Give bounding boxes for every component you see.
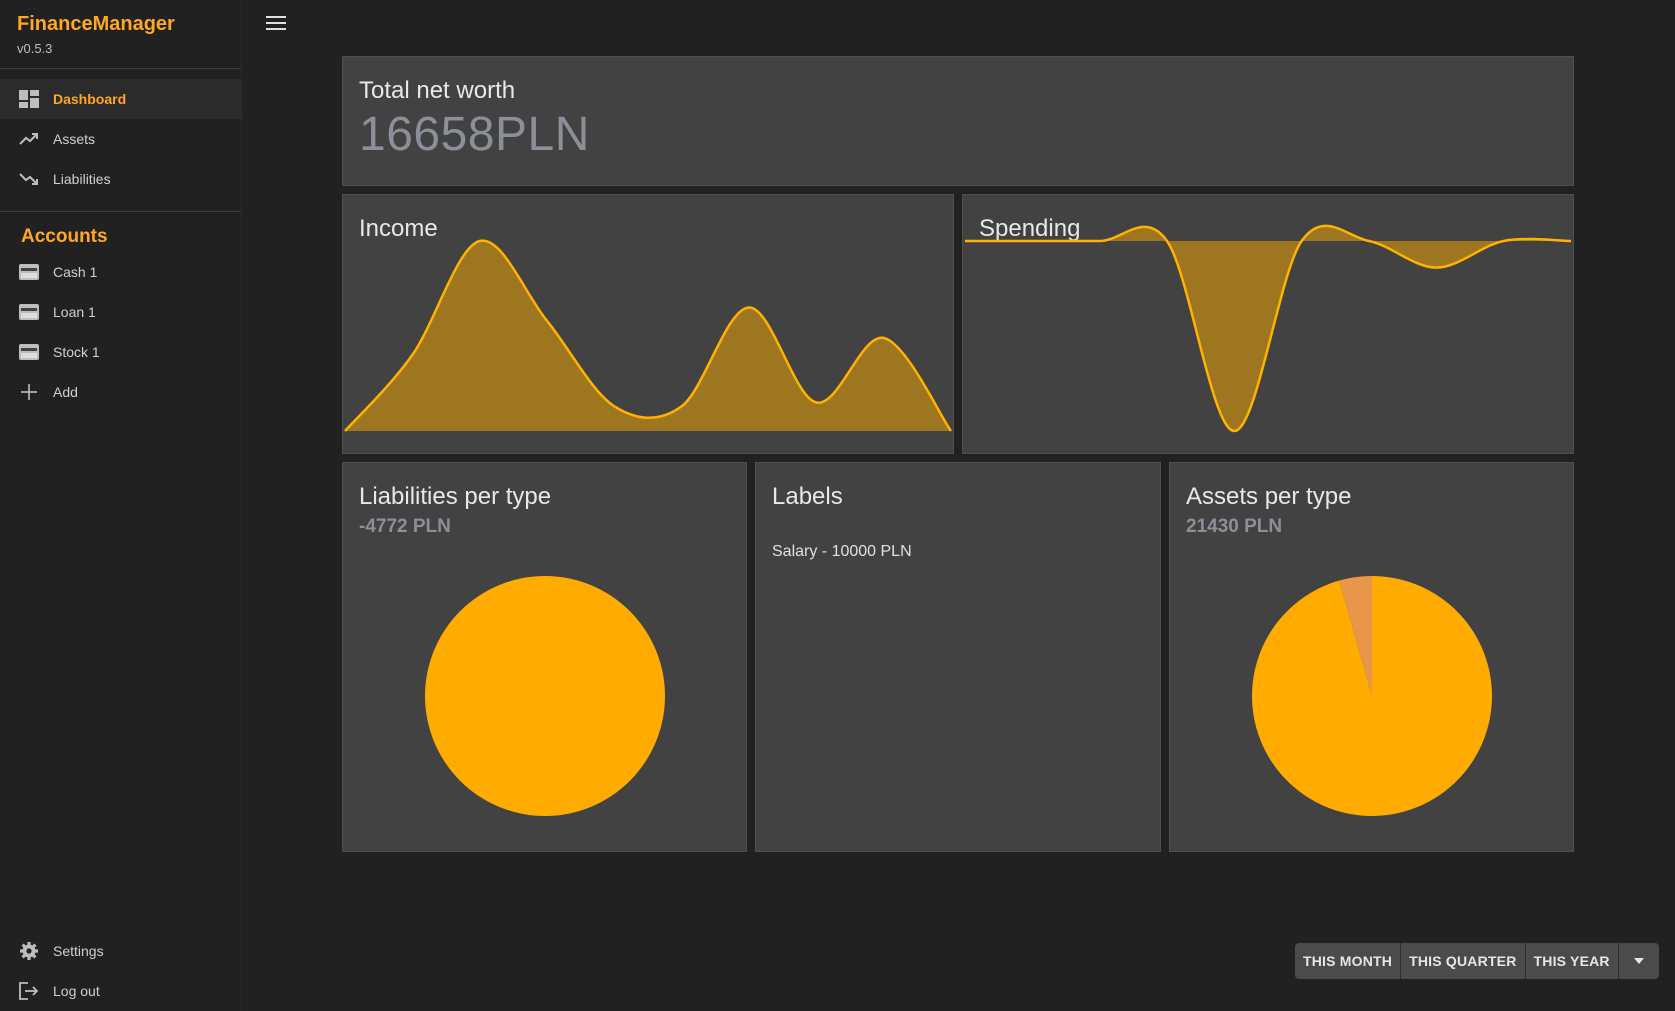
app-title: FinanceManager [17, 13, 175, 35]
add-account-label: Add [53, 384, 78, 400]
menu-icon[interactable] [266, 15, 288, 33]
logout-button[interactable]: Log out [0, 971, 241, 1011]
liabilities-slice[interactable] [425, 576, 665, 816]
main-nav: Dashboard Assets Liabilities [0, 69, 241, 212]
this-quarter-button[interactable]: THIS QUARTER [1401, 943, 1526, 979]
app-version: v0.5.3 [17, 41, 53, 56]
account-label: Loan 1 [53, 304, 96, 320]
this-year-button[interactable]: THIS YEAR [1526, 943, 1619, 979]
chevron-down-icon [1633, 958, 1644, 964]
account-item-loan-1[interactable]: Loan 1 [0, 292, 241, 332]
account-label: Stock 1 [53, 344, 100, 360]
account-item-stock-1[interactable]: Stock 1 [0, 332, 241, 372]
time-range-selector: THIS MONTH THIS QUARTER THIS YEAR [1295, 943, 1659, 979]
card-icon [19, 302, 39, 322]
nav-label-assets: Assets [53, 131, 96, 147]
logout-label: Log out [53, 983, 100, 999]
card-icon [19, 342, 39, 362]
settings-label: Settings [53, 943, 104, 959]
range-dropdown-button[interactable] [1619, 943, 1659, 979]
nav-item-liabilities[interactable]: Liabilities [0, 159, 241, 199]
account-label: Cash 1 [53, 264, 98, 280]
this-month-button[interactable]: THIS MONTH [1295, 943, 1402, 979]
nav-item-assets[interactable]: Assets [0, 119, 241, 159]
nav-label-liabilities: Liabilities [53, 171, 111, 187]
net-worth-value: 16658PLN [359, 108, 590, 161]
label-item: Salary - 10000 PLN [772, 543, 912, 560]
labels-title: Labels [772, 483, 843, 510]
account-item-cash-1[interactable]: Cash 1 [0, 252, 241, 292]
plus-icon [19, 382, 39, 402]
net-worth-card: Total net worth 16658PLN [342, 56, 1574, 186]
liabilities-pie-chart [425, 576, 665, 816]
logout-icon [19, 981, 39, 1001]
income-chart [344, 239, 953, 432]
assets-card: Assets per type 21430 PLN [1169, 462, 1574, 852]
dashboard-icon [19, 89, 39, 109]
liabilities-card: Liabilities per type -4772 PLN [342, 462, 747, 852]
nav-label-dashboard: Dashboard [53, 91, 127, 107]
add-account-button[interactable]: Add [0, 372, 241, 412]
nav-item-dashboard[interactable]: Dashboard [0, 79, 241, 119]
sidebar: FinanceManager v0.5.3 Dashboard Assets L… [0, 0, 242, 1011]
net-worth-title: Total net worth [359, 77, 516, 104]
spending-chart [965, 224, 1572, 433]
settings-button[interactable]: Settings [0, 931, 241, 971]
assets-pie-chart [1252, 576, 1492, 816]
spending-area [965, 225, 1571, 431]
spending-card: Spending [962, 194, 1574, 454]
income-area [345, 240, 951, 431]
labels-card: Labels Salary - 10000 PLN [755, 462, 1161, 852]
bottom-nav: Settings Log out [0, 931, 241, 1011]
card-icon [19, 262, 39, 282]
accounts-heading: Accounts [21, 226, 108, 247]
trending-down-icon [19, 169, 39, 189]
brand: FinanceManager v0.5.3 [0, 0, 241, 69]
income-card: Income [342, 194, 954, 454]
gear-icon [19, 941, 39, 961]
trending-up-icon [19, 129, 39, 149]
